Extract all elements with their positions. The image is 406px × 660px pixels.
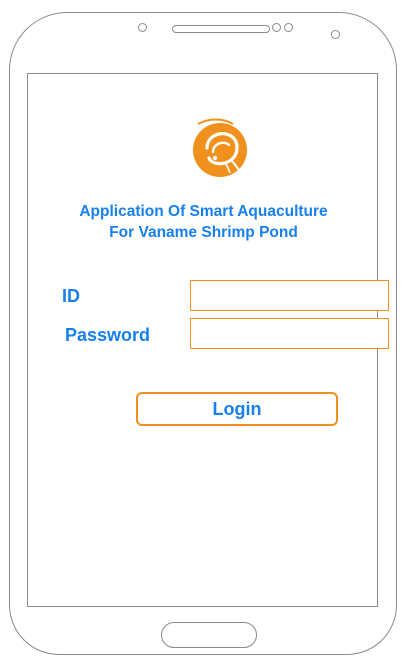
proximity-sensor-icon bbox=[272, 23, 281, 32]
id-label: ID bbox=[62, 286, 80, 306]
app-title-line2: For Vaname Shrimp Pond bbox=[109, 224, 298, 241]
camera-lens-icon bbox=[331, 30, 340, 39]
id-input[interactable] bbox=[190, 280, 389, 311]
phone-frame: Application Of Smart Aquaculture For Van… bbox=[9, 12, 397, 655]
earpiece-speaker bbox=[172, 25, 270, 33]
login-button[interactable]: Login bbox=[136, 392, 338, 426]
password-input[interactable] bbox=[190, 318, 389, 349]
app-title-line1: Application Of Smart Aquaculture bbox=[79, 203, 328, 220]
front-camera-icon bbox=[138, 23, 147, 32]
shrimp-logo-icon bbox=[193, 118, 247, 177]
light-sensor-icon bbox=[284, 23, 293, 32]
app-screen: Application Of Smart Aquaculture For Van… bbox=[27, 73, 389, 607]
password-label: Password bbox=[65, 325, 151, 345]
home-button[interactable] bbox=[161, 622, 257, 648]
